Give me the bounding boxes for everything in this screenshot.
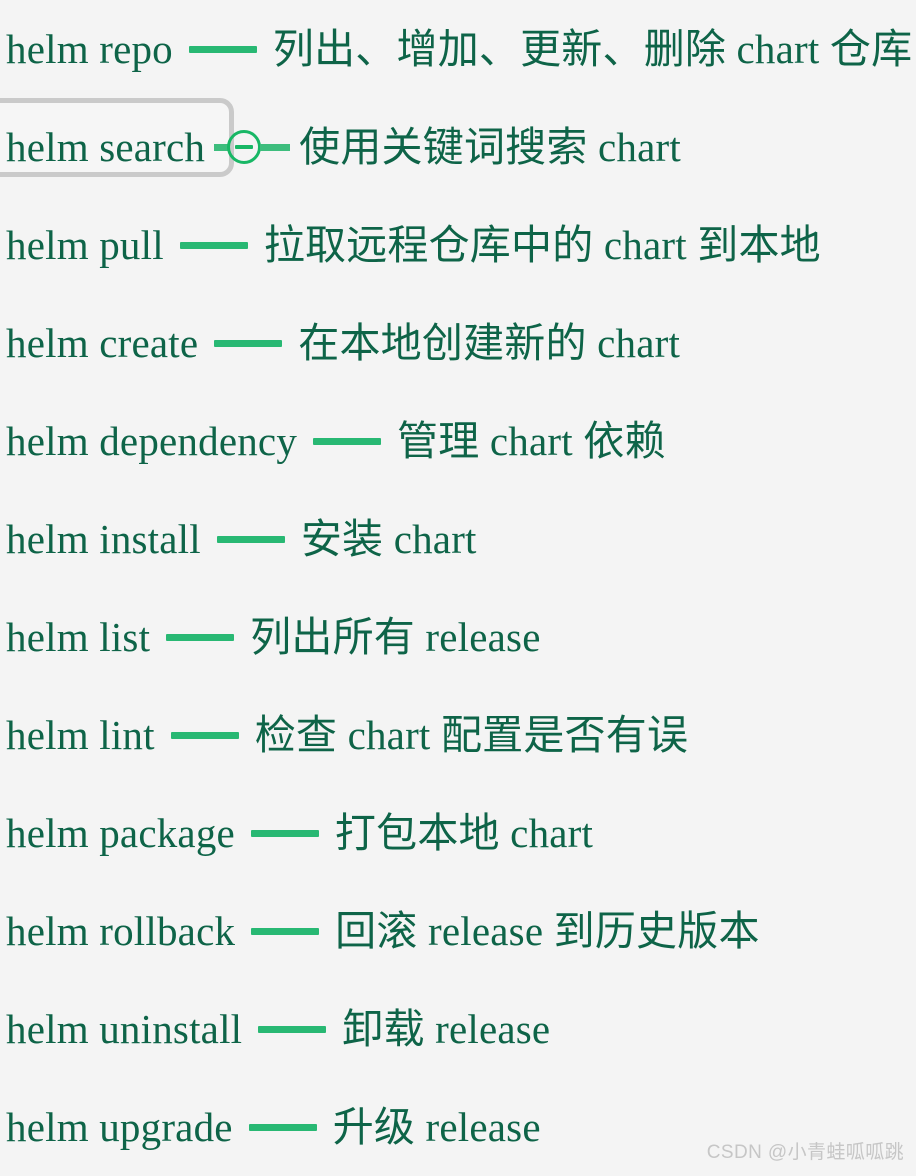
command-description: 回滚 release 到历史版本 (335, 907, 760, 954)
command-name: helm uninstall (6, 1005, 243, 1052)
dash-connector-icon (248, 1123, 317, 1131)
command-description: 列出、增加、更新、删除 chart 仓库 (272, 25, 913, 72)
command-row: helm create 在本地创建新的 chart (0, 294, 916, 392)
command-name: helm pull (6, 221, 164, 268)
connector-stub-left (214, 143, 229, 151)
dash-bar (248, 1123, 317, 1131)
command-name: helm rollback (6, 907, 236, 954)
command-row: helm repo 列出、增加、更新、删除 chart 仓库 (0, 0, 916, 98)
command-row: helm search 使用关键词搜索 chart (0, 98, 916, 196)
command-description: 使用关键词搜索 chart (299, 123, 681, 170)
command-description: 升级 release (332, 1103, 541, 1150)
dash-connector-icon (313, 437, 382, 445)
command-description: 在本地创建新的 chart (298, 319, 681, 366)
dash-connector-icon (251, 927, 320, 935)
dash-connector-icon (216, 535, 285, 543)
dash-bar (214, 339, 283, 347)
circle-outline (227, 130, 262, 164)
dash-connector-icon (170, 731, 239, 739)
command-row: helm list 列出所有 release (0, 588, 916, 686)
dash-connector-icon (166, 633, 235, 641)
dash-bar (250, 829, 319, 837)
command-description: 列出所有 release (250, 613, 541, 660)
command-row: helm pull 拉取远程仓库中的 chart 到本地 (0, 196, 916, 294)
dash-connector-icon (214, 339, 283, 347)
dash-bar (170, 731, 239, 739)
command-row: helm install 安装 chart (0, 490, 916, 588)
dash-bar (166, 633, 235, 641)
command-name: helm repo (6, 25, 173, 72)
dash-bar (216, 535, 285, 543)
command-row: helm rollback 回滚 release 到历史版本 (0, 882, 916, 980)
command-name: helm package (6, 809, 235, 856)
command-name: helm create (6, 319, 199, 366)
dash-connector-icon (250, 829, 319, 837)
circle-minus-icon (214, 130, 291, 164)
command-row: helm uninstall 卸载 release (0, 980, 916, 1078)
command-name: helm install (6, 515, 201, 562)
command-description: 管理 chart 依赖 (397, 417, 666, 464)
dash-connector-icon (179, 241, 248, 249)
dash-bar (251, 927, 320, 935)
command-name: helm lint (6, 711, 155, 758)
command-name: helm search (6, 123, 206, 170)
dash-bar (258, 1025, 327, 1033)
command-name: helm upgrade (6, 1103, 233, 1150)
dash-connector-icon (258, 1025, 327, 1033)
connector-stub-right (260, 143, 291, 151)
command-description: 打包本地 chart (334, 809, 594, 856)
command-row: helm package 打包本地 chart (0, 784, 916, 882)
command-name: helm list (6, 613, 151, 660)
command-row: helm dependency 管理 chart 依赖 (0, 392, 916, 490)
command-row: helm lint 检查 chart 配置是否有误 (0, 686, 916, 784)
command-description: 安装 chart (300, 515, 477, 562)
command-description: 卸载 release (342, 1005, 551, 1052)
helm-command-cheatsheet: helm repo 列出、增加、更新、删除 chart 仓库 helm search… (0, 0, 916, 1174)
dash-bar (188, 45, 257, 53)
command-description: 检查 chart 配置是否有误 (254, 711, 689, 758)
dash-bar (313, 437, 382, 445)
dash-bar (179, 241, 248, 249)
command-description: 拉取远程仓库中的 chart 到本地 (263, 221, 821, 268)
dash-connector-icon (188, 45, 257, 53)
command-name: helm dependency (6, 417, 298, 464)
csdn-watermark: CSDN @小青蛙呱呱跳 (706, 1142, 904, 1163)
minus-glyph (235, 145, 254, 149)
